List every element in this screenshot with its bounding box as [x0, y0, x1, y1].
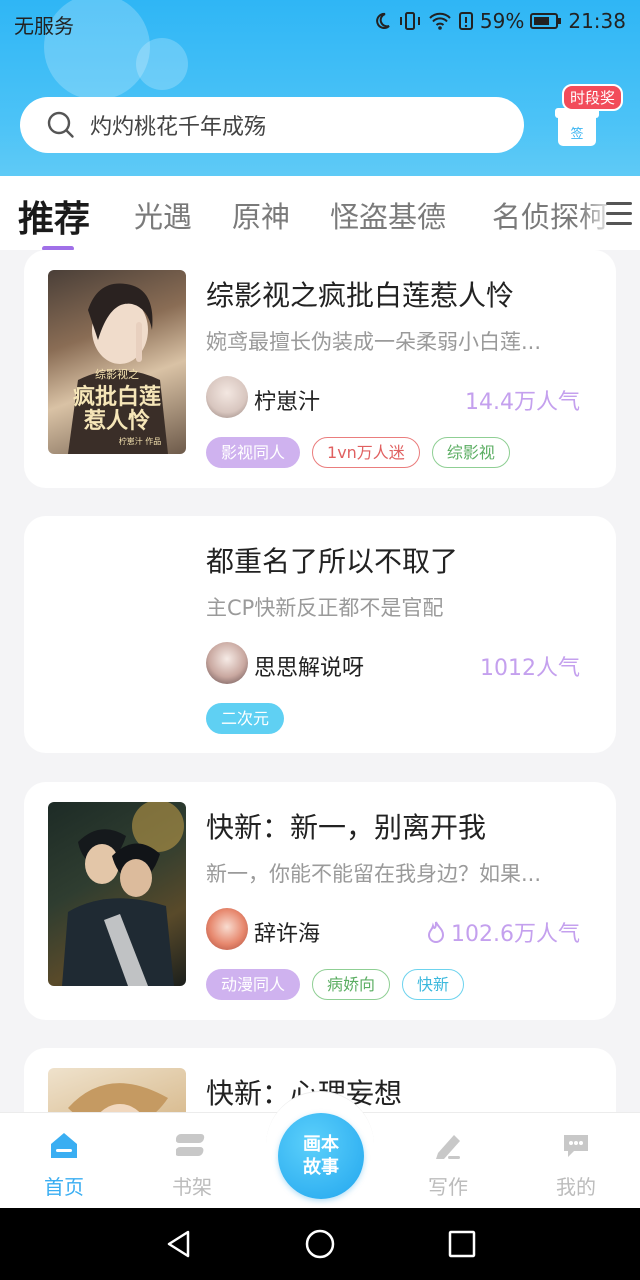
tag[interactable]: 1vn万人迷 — [312, 437, 420, 468]
clock: 21:38 — [568, 9, 626, 33]
story-title: 综影视之疯批白莲惹人怜 — [206, 279, 515, 312]
category-tabs: 推荐 光遇 原神 怪盗基德 名侦探柯 — [0, 176, 640, 250]
fire-icon — [428, 921, 445, 943]
vibrate-icon — [399, 12, 420, 30]
author-name[interactable]: 辞许海 — [254, 916, 320, 948]
nav-mine-label: 我的 — [556, 1175, 596, 1199]
create-story-label-2: 故事 — [303, 1157, 339, 1178]
tag[interactable]: 动漫同人 — [206, 969, 301, 1000]
popularity-count: 14.4万人气 — [465, 390, 580, 415]
search-bar[interactable]: 灼灼桃花千年成殇 — [20, 97, 524, 153]
battery-percent: 59% — [479, 9, 525, 33]
popularity-count: 102.6万人气 — [427, 916, 580, 948]
nav-write-label: 写作 — [428, 1175, 468, 1199]
decor-bubble — [136, 38, 188, 90]
tab-kid[interactable]: 怪盗基德 — [330, 194, 446, 236]
story-desc: 主CP快新反正都不是官配 — [206, 596, 444, 620]
story-cover — [48, 1068, 186, 1112]
battery-icon — [530, 13, 562, 29]
story-card[interactable]: 综影视之 疯批白莲 惹人怜 柠崽汁 作品 综影视之疯批白莲惹人怜 婉鸢最擅长伪装… — [24, 250, 616, 488]
tag[interactable]: 病娇向 — [312, 969, 391, 1000]
carrier-text: 无服务 — [14, 14, 74, 38]
status-icons: 59% 21:38 — [372, 9, 626, 33]
tab-menu-icon[interactable] — [606, 202, 632, 232]
chat-bubble-icon — [564, 1135, 588, 1157]
avatar[interactable] — [206, 376, 248, 418]
search-placeholder: 灼灼桃花千年成殇 — [90, 115, 267, 140]
tag[interactable]: 影视同人 — [206, 437, 301, 468]
cover-credit-text: 柠崽汁 作品 — [119, 436, 162, 446]
story-cover — [48, 802, 186, 986]
reward-badge: 时段奖 — [562, 84, 624, 111]
author-name[interactable]: 思思解说呀 — [254, 650, 364, 682]
home-icon — [51, 1133, 77, 1158]
tab-genshin[interactable]: 原神 — [232, 194, 290, 236]
sign-in-button[interactable]: 签 时段奖 — [555, 82, 628, 152]
tag-row: 影视同人 1vn万人迷 综影视 — [206, 437, 510, 468]
alert-battery-icon — [458, 12, 473, 30]
gift-icon: 签 — [555, 108, 599, 146]
tag[interactable]: 二次元 — [206, 703, 285, 734]
avatar[interactable] — [206, 908, 248, 950]
header: 无服务 59% 21:38 灼灼桃花千年成殇 签 时段奖 — [0, 0, 640, 176]
avatar[interactable] — [206, 642, 248, 684]
nav-mine[interactable]: 我的 — [531, 1113, 621, 1209]
nav-home[interactable]: 首页 — [19, 1113, 109, 1209]
nav-bookshelf-label: 书架 — [172, 1175, 212, 1199]
search-icon — [47, 111, 74, 138]
nav-bookshelf[interactable]: 书架 — [147, 1113, 237, 1209]
story-cover: 综影视之 疯批白莲 惹人怜 柠崽汁 作品 — [48, 270, 186, 454]
cover-top-text: 综影视之 — [95, 367, 139, 381]
cover-art — [68, 1083, 168, 1112]
story-title: 都重名了所以不取了 — [206, 545, 459, 578]
story-card[interactable]: 都重名了所以不取了 主CP快新反正都不是官配 思思解说呀 1012人气 二次元 — [24, 516, 616, 753]
tab-recommend[interactable]: 推荐 — [18, 190, 90, 242]
story-feed: 综影视之 疯批白莲 惹人怜 柠崽汁 作品 综影视之疯批白莲惹人怜 婉鸢最擅长伪装… — [0, 250, 640, 1112]
tag[interactable]: 快新 — [402, 969, 465, 1000]
cover-art: 综影视之 疯批白莲 惹人怜 柠崽汁 作品 — [68, 283, 168, 454]
home-circle-icon[interactable] — [304, 1228, 336, 1260]
story-title: 快新：新一，别离开我 — [206, 811, 487, 844]
status-bar: 无服务 59% 21:38 — [0, 0, 640, 44]
tab-sky[interactable]: 光遇 — [134, 194, 192, 236]
tag[interactable]: 综影视 — [431, 437, 510, 468]
tag-row: 二次元 — [206, 703, 285, 734]
create-story-button[interactable]: 画本 故事 — [278, 1113, 364, 1199]
wifi-icon — [429, 12, 451, 30]
moon-icon — [376, 12, 390, 29]
nav-home-label: 首页 — [44, 1175, 84, 1199]
story-desc: 婉鸢最擅长伪装成一朵柔弱小白莲... — [206, 330, 542, 354]
cover-art — [62, 802, 184, 986]
tag-row: 动漫同人 病娇向 快新 — [206, 969, 465, 1000]
create-story-label-1: 画本 — [303, 1134, 339, 1155]
cover-main-text: 疯批白莲 — [73, 384, 161, 410]
story-card[interactable]: 快新：新一，别离开我 新一，你能不能留在我身边？如果... 辞许海 102.6万… — [24, 782, 616, 1020]
recents-icon[interactable] — [448, 1230, 476, 1258]
back-icon[interactable] — [164, 1229, 194, 1259]
story-desc: 新一，你能不能留在我身边？如果... — [206, 862, 542, 886]
nav-write[interactable]: 写作 — [403, 1113, 493, 1209]
system-nav-bar — [0, 1208, 640, 1280]
author-name[interactable]: 柠崽汁 — [254, 384, 320, 416]
gift-label: 签 — [570, 127, 584, 142]
cover-main-text: 惹人怜 — [84, 408, 150, 434]
pencil-icon — [436, 1135, 460, 1159]
bottom-nav: 首页 书架 画本 故事 写作 我的 — [0, 1091, 640, 1209]
popularity-count: 1012人气 — [480, 656, 580, 681]
bookshelf-icon — [176, 1134, 205, 1156]
